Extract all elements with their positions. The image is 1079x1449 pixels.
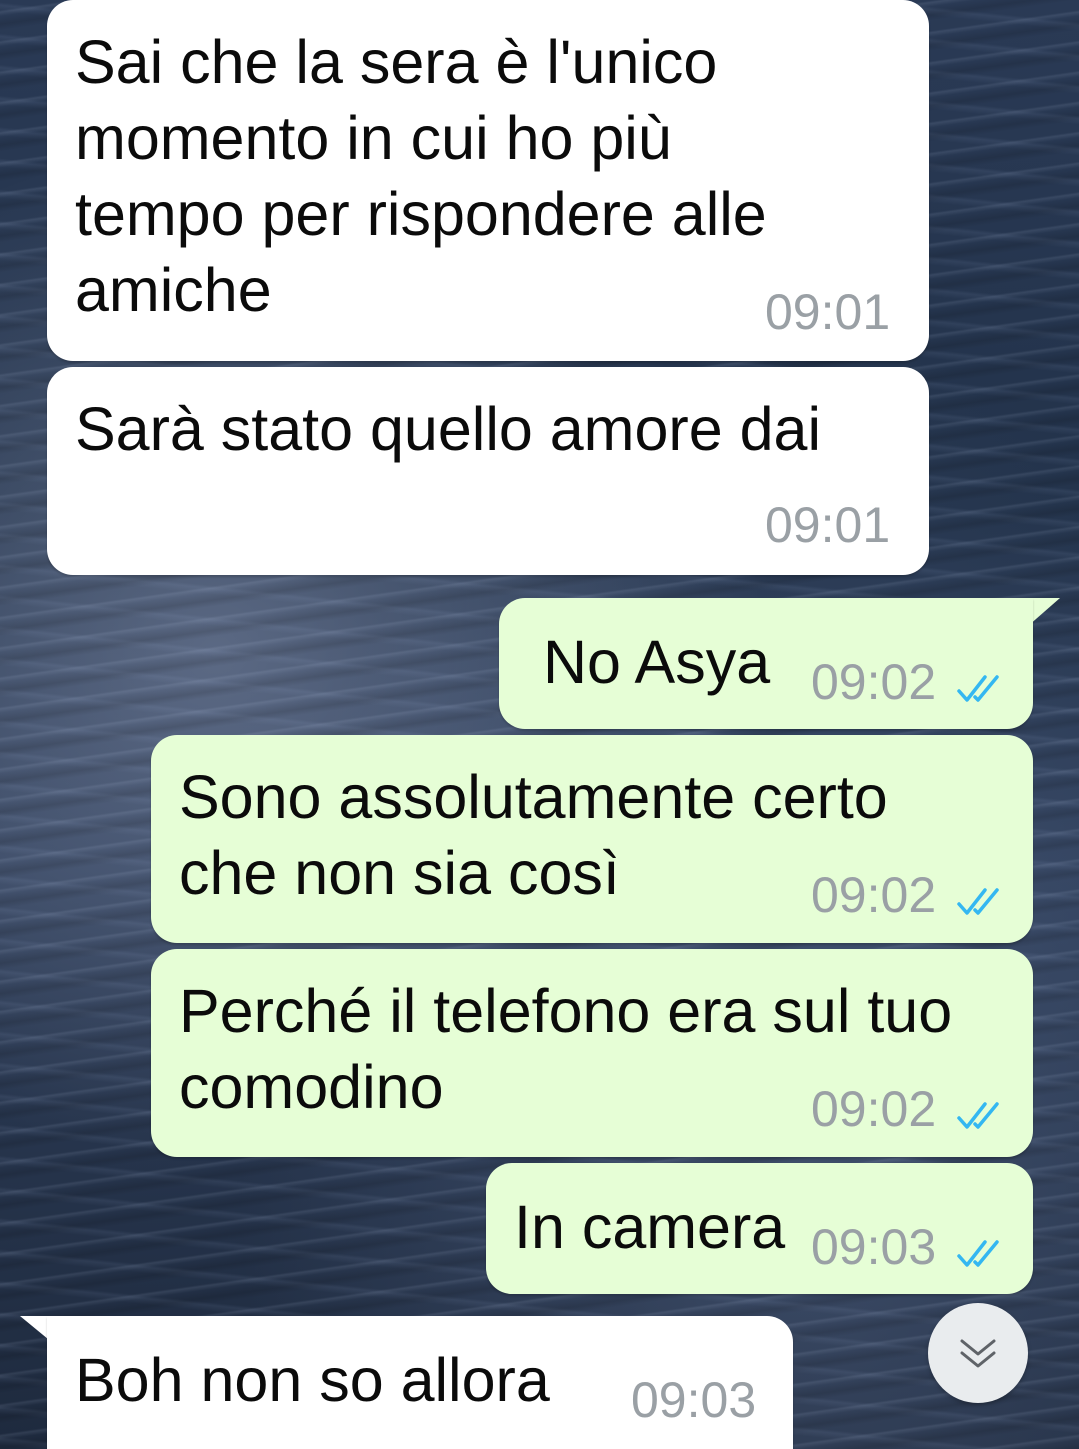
message-time: 09:01 <box>765 497 891 553</box>
message-outgoing[interactable]: Sono assolutamente certo che non sia cos… <box>151 735 1033 943</box>
read-receipt-icon <box>957 1240 999 1267</box>
message-time: 09:02 <box>811 1081 937 1137</box>
message-incoming[interactable]: Boh non so allora 09:03 <box>47 1316 793 1449</box>
read-receipt-icon <box>957 1102 999 1129</box>
message-incoming[interactable]: Sarà stato quello amore dai 09:01 <box>47 367 929 575</box>
message-outgoing[interactable]: In camera 09:03 <box>486 1163 1033 1294</box>
message-text: Sai che la sera è l'unico momento in cui… <box>75 28 767 324</box>
message-text: Sono assolutamente certo che non sia cos… <box>179 763 888 907</box>
message-time: 09:02 <box>811 867 937 923</box>
message-time: 09:02 <box>811 654 937 710</box>
read-receipt-icon <box>957 888 999 915</box>
message-outgoing[interactable]: Perché il telefono era sul tuo comodino … <box>151 949 1033 1157</box>
message-outgoing[interactable]: No Asya 09:02 <box>499 598 1033 729</box>
scroll-to-bottom-button[interactable] <box>928 1303 1028 1403</box>
message-incoming[interactable]: Sai che la sera è l'unico momento in cui… <box>47 0 929 361</box>
message-time: 09:03 <box>631 1372 757 1428</box>
message-text: No Asya <box>543 628 771 696</box>
read-receipt-icon <box>957 675 999 702</box>
message-text: Sarà stato quello amore dai <box>75 395 821 463</box>
message-time: 09:01 <box>765 284 891 340</box>
double-chevron-down-icon <box>960 1339 996 1368</box>
message-text: In camera <box>514 1193 786 1261</box>
message-text: Boh non so allora <box>75 1346 550 1414</box>
message-time: 09:03 <box>811 1219 937 1275</box>
